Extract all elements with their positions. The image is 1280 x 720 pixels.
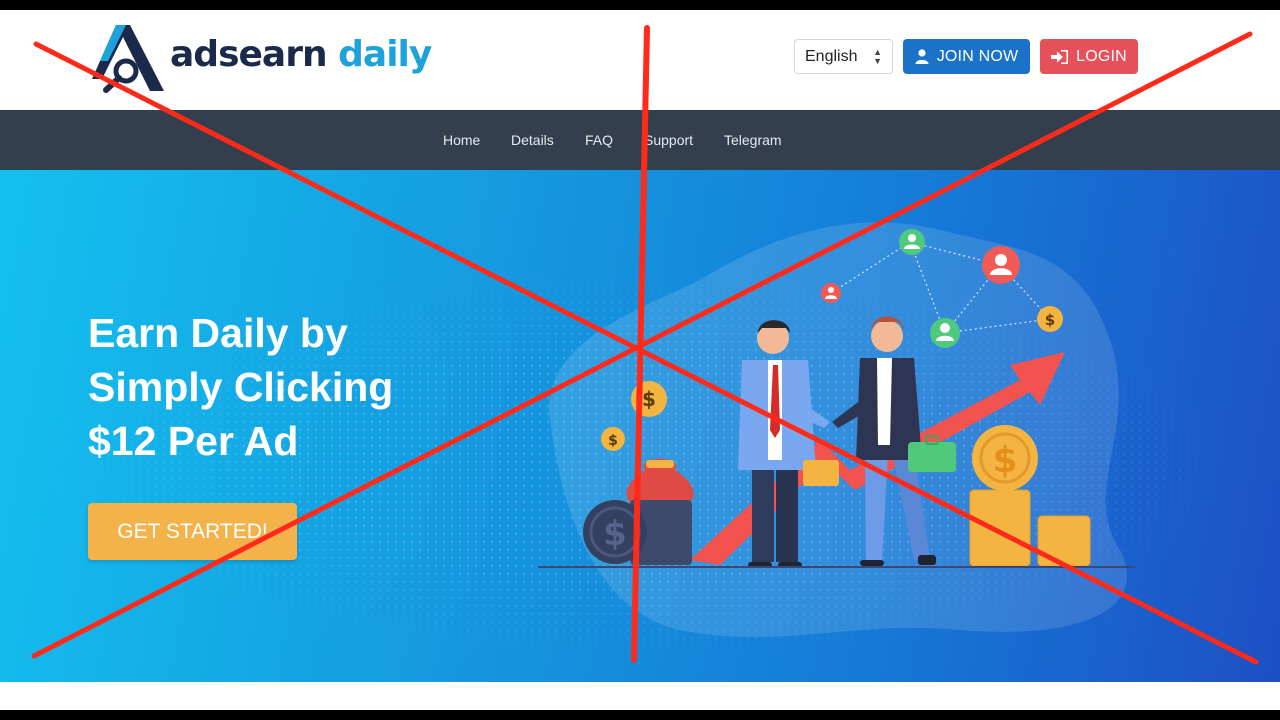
login-label: LOGIN bbox=[1076, 47, 1127, 65]
floating-coin-2: $ bbox=[601, 427, 625, 451]
network-avatar-red-2 bbox=[821, 283, 841, 303]
nav-item-support[interactable]: Support bbox=[644, 132, 693, 148]
logo-word-2: daily bbox=[338, 33, 432, 75]
hero-title: Earn Daily by Simply Clicking $12 Per Ad bbox=[88, 306, 508, 468]
get-started-button[interactable]: GET STARTED! bbox=[88, 503, 297, 560]
yellow-briefcase bbox=[803, 460, 839, 486]
hero-title-line-1: Earn Daily by bbox=[88, 310, 348, 356]
logo-word-1: adsearn bbox=[170, 33, 328, 75]
svg-text:$: $ bbox=[992, 440, 1017, 481]
floating-coin-1: $ bbox=[631, 381, 667, 417]
network-avatar-red-1 bbox=[982, 246, 1020, 284]
logo-a-magnifier-icon bbox=[92, 25, 164, 93]
site-header: adsearn daily English ▲ ▼ JOIN NOW LOGIN bbox=[0, 10, 1280, 110]
nav-item-details[interactable]: Details bbox=[511, 132, 554, 148]
sign-in-icon bbox=[1051, 49, 1069, 64]
network-avatar-green-2 bbox=[930, 318, 960, 348]
logo-wordmark: adsearn daily bbox=[170, 33, 432, 75]
language-select-value: English bbox=[805, 47, 858, 65]
svg-text:$: $ bbox=[1045, 311, 1055, 329]
illustration-blob bbox=[549, 222, 1127, 638]
login-button[interactable]: LOGIN bbox=[1040, 39, 1138, 74]
join-now-label: JOIN NOW bbox=[936, 47, 1019, 65]
nav-item-telegram[interactable]: Telegram bbox=[724, 132, 782, 148]
network-coin-1: $ bbox=[1037, 306, 1063, 332]
language-select[interactable]: English ▲ ▼ bbox=[794, 39, 893, 74]
handshake-illustration: $ $ $ $ $ bbox=[538, 222, 1135, 638]
select-arrows-icon: ▲ ▼ bbox=[873, 47, 882, 66]
main-nav: Home Details FAQ Support Telegram bbox=[0, 110, 1280, 170]
site-logo[interactable]: adsearn daily bbox=[88, 20, 432, 94]
nav-item-faq[interactable]: FAQ bbox=[585, 132, 613, 148]
page-frame: adsearn daily English ▲ ▼ JOIN NOW LOGIN … bbox=[0, 10, 1280, 710]
nav-item-home[interactable]: Home bbox=[443, 132, 480, 148]
hero-title-line-3: $12 Per Ad bbox=[88, 418, 299, 464]
svg-text:$: $ bbox=[642, 387, 656, 411]
gold-coin-big: $ bbox=[972, 425, 1038, 491]
user-icon bbox=[915, 49, 929, 64]
svg-text:$: $ bbox=[603, 514, 627, 554]
hero-section: Earn Daily by Simply Clicking $12 Per Ad… bbox=[0, 170, 1280, 682]
svg-text:$: $ bbox=[608, 433, 618, 449]
bottom-strip bbox=[0, 682, 1280, 710]
network-avatar-green-1 bbox=[899, 229, 925, 255]
dark-coin: $ bbox=[583, 500, 647, 564]
join-now-button[interactable]: JOIN NOW bbox=[903, 39, 1030, 74]
hero-title-line-2: Simply Clicking bbox=[88, 364, 394, 410]
